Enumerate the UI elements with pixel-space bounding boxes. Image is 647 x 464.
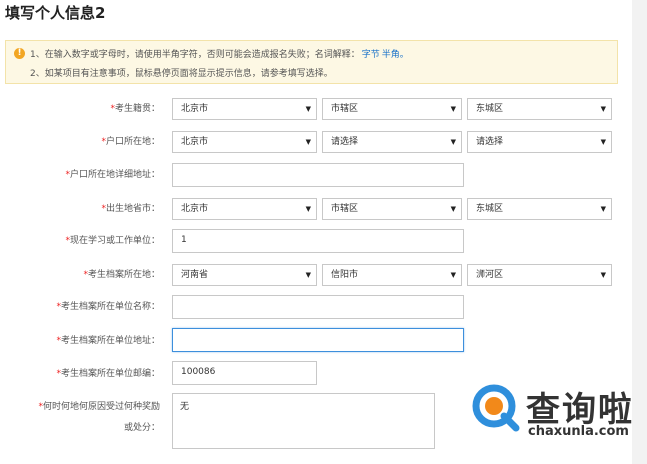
archive-postcode-input[interactable]: 100086 [172, 361, 317, 385]
link-byte[interactable]: 字节 [362, 50, 380, 60]
select-value: 浉河区 [476, 270, 504, 280]
select-value: 北京市 [181, 204, 209, 214]
chevron-down-icon: ▼ [600, 205, 606, 213]
link-halfwidth[interactable]: 半角。 [382, 50, 409, 60]
label-hukou-address: *户口所在地详细地址： [65, 167, 160, 180]
notice-line-1: 1、在输入数字或字母时，请使用半角字符，否则可能会造成报名失败；名词解释： 字节半… [30, 47, 409, 60]
archive-province-select[interactable]: 河南省 ▼ [172, 264, 317, 286]
native-place-city-select[interactable]: 市辖区 ▼ [322, 98, 462, 120]
watermark: 查询啦 chaxunla.com [470, 382, 632, 442]
label-native-place: *考生籍贯： [110, 101, 160, 114]
label-work-unit: *现在学习或工作单位： [65, 233, 160, 246]
label-text: 户口所在地： [105, 137, 160, 147]
label-archive-location: *考生档案所在地： [83, 267, 160, 280]
chevron-down-icon: ▼ [450, 271, 456, 279]
label-text: 考生档案所在单位名称： [60, 302, 160, 312]
archive-unit-address-input[interactable] [172, 328, 464, 352]
select-value: 北京市 [181, 104, 209, 114]
chevron-down-icon: ▼ [450, 105, 456, 113]
hukou-province-select[interactable]: 北京市 ▼ [172, 131, 317, 153]
label-hukou: *户口所在地： [101, 134, 160, 147]
label-text: 何时何地何原因受过何种奖励 [42, 402, 160, 412]
label-text: 出生地省市： [105, 204, 160, 214]
chevron-down-icon: ▼ [305, 105, 311, 113]
chevron-down-icon: ▼ [305, 271, 311, 279]
page-title: 填写个人信息2 [5, 4, 106, 22]
label-archive-unit-name: *考生档案所在单位名称： [56, 299, 160, 312]
archive-unit-name-input[interactable] [172, 295, 464, 319]
hukou-district-select[interactable]: 请选择 ▼ [467, 131, 612, 153]
hukou-address-input[interactable] [172, 163, 464, 187]
magnifier-q-icon [472, 384, 520, 432]
watermark-brand-en: chaxunla.com [528, 424, 629, 439]
native-place-district-select[interactable]: 东城区 ▼ [467, 98, 612, 120]
warning-icon: ! [14, 48, 25, 59]
label-text: 考生档案所在地： [87, 270, 160, 280]
select-value: 河南省 [181, 270, 209, 280]
select-value: 信阳市 [331, 270, 359, 280]
notice-text-1: 1、在输入数字或字母时，请使用半角字符，否则可能会造成报名失败；名词解释： [30, 50, 360, 60]
label-text: 考生籍贯： [114, 104, 160, 114]
chevron-down-icon: ▼ [600, 271, 606, 279]
label-text: 现在学习或工作单位： [69, 236, 160, 246]
chevron-down-icon: ▼ [600, 105, 606, 113]
label-awards: *何时何地何原因受过何种奖励 [38, 399, 160, 412]
chevron-down-icon: ▼ [450, 138, 456, 146]
select-value: 东城区 [476, 104, 504, 114]
archive-district-select[interactable]: 浉河区 ▼ [467, 264, 612, 286]
chevron-down-icon: ▼ [305, 138, 311, 146]
birthplace-district-select[interactable]: 东城区 ▼ [467, 198, 612, 220]
select-value: 市辖区 [331, 204, 359, 214]
chevron-down-icon: ▼ [450, 205, 456, 213]
birthplace-city-select[interactable]: 市辖区 ▼ [322, 198, 462, 220]
awards-textarea[interactable]: 无 [172, 393, 435, 449]
select-value: 请选择 [476, 137, 504, 147]
label-text: 考生档案所在单位邮编： [60, 369, 160, 379]
label-archive-postcode: *考生档案所在单位邮编： [56, 366, 160, 379]
notice-line-2: 2、如某项目有注意事项，鼠标悬停页面将显示提示信息，请参考填写选择。 [30, 69, 333, 79]
label-birthplace: *出生地省市： [101, 201, 160, 214]
birthplace-province-select[interactable]: 北京市 ▼ [172, 198, 317, 220]
label-archive-unit-address: *考生档案所在单位地址： [56, 333, 160, 346]
select-value: 请选择 [331, 137, 359, 147]
label-text: 户口所在地详细地址： [69, 170, 160, 180]
native-place-province-select[interactable]: 北京市 ▼ [172, 98, 317, 120]
hukou-city-select[interactable]: 请选择 ▼ [322, 131, 462, 153]
work-unit-input[interactable]: 1 [172, 229, 464, 253]
label-text: 考生档案所在单位地址： [60, 336, 160, 346]
notice-box: ! 1、在输入数字或字母时，请使用半角字符，否则可能会造成报名失败；名词解释：字… [5, 40, 618, 84]
chevron-down-icon: ▼ [305, 205, 311, 213]
select-value: 市辖区 [331, 104, 359, 114]
page-scroll-gutter [632, 0, 647, 464]
chevron-down-icon: ▼ [600, 138, 606, 146]
archive-city-select[interactable]: 信阳市 ▼ [322, 264, 462, 286]
label-awards-line2: 或处分： [123, 423, 160, 433]
select-value: 东城区 [476, 204, 504, 214]
select-value: 北京市 [181, 137, 209, 147]
